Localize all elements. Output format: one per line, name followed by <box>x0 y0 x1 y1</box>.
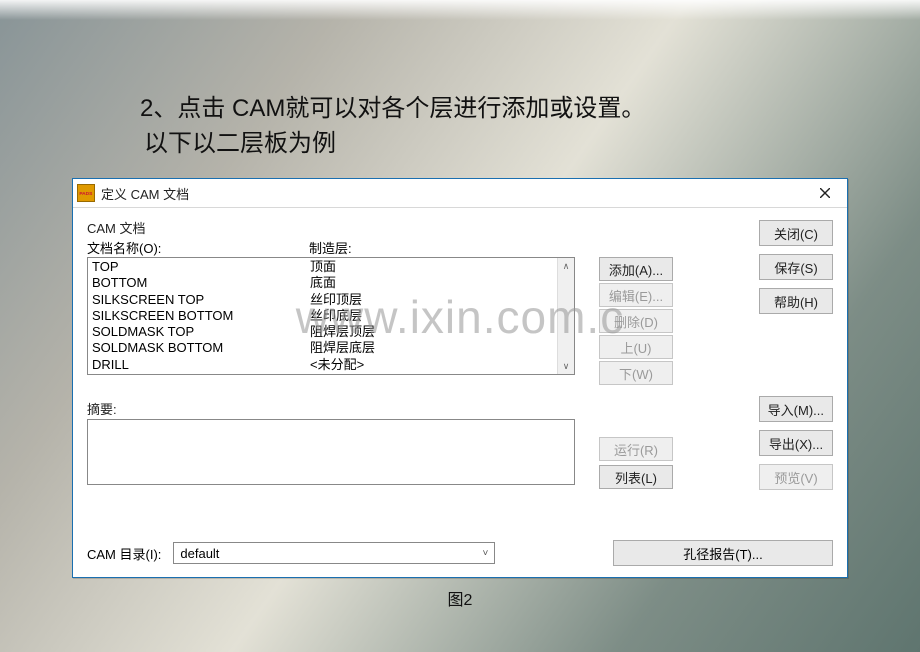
doc-name: SOLDMASK BOTTOM <box>92 340 310 356</box>
slide-highlight <box>0 0 920 20</box>
list-action-buttons: 添加(A)... 编辑(E)... 删除(D) 上(U) 下(W) <box>599 257 673 385</box>
hole-report-button[interactable]: 孔径报告(T)... <box>613 540 833 566</box>
figure-label: 图2 <box>448 586 473 610</box>
document-listbox[interactable]: TOP顶面 BOTTOM底面 SILKSCREEN TOP丝印顶层 SILKSC… <box>87 257 575 375</box>
dialog-bottom-row: CAM 目录(I): default ˅ 孔径报告(T)... <box>87 540 833 566</box>
list-item[interactable]: DRILL<未分配> <box>92 357 556 373</box>
chevron-down-icon: ˅ <box>483 548 489 559</box>
mfg-layer-label: 制造层: <box>309 238 352 257</box>
doc-name-label: 文档名称(O): <box>87 238 309 257</box>
cam-dir-label: CAM 目录(I): <box>87 544 161 563</box>
instruction-text: 2、点击 CAM就可以对各个层进行添加或设置。 以下以二层板为例 <box>140 92 800 162</box>
doc-name: SILKSCREEN TOP <box>92 292 310 308</box>
help-button[interactable]: 帮助(H) <box>759 288 833 314</box>
doc-name: DRILL <box>92 357 310 373</box>
close-icon <box>820 188 830 198</box>
list-item[interactable]: BOTTOM底面 <box>92 275 556 291</box>
doc-layer: 底面 <box>310 275 336 291</box>
window-close-button[interactable] <box>809 183 841 203</box>
dialog-title: 定义 CAM 文档 <box>101 184 809 203</box>
scroll-down-button[interactable]: ∨ <box>558 358 574 374</box>
doc-name: SOLDMASK TOP <box>92 324 310 340</box>
doc-layer: 阻焊层底层 <box>310 340 375 356</box>
list-item[interactable]: SOLDMASK TOP阻焊层顶层 <box>92 324 556 340</box>
doc-name: BOTTOM <box>92 275 310 291</box>
add-button[interactable]: 添加(A)... <box>599 257 673 281</box>
dialog-titlebar: PADS 定义 CAM 文档 <box>73 179 847 208</box>
cam-dir-value: default <box>180 546 219 561</box>
list-button[interactable]: 列表(L) <box>599 465 673 489</box>
doc-layer: 丝印底层 <box>310 308 362 324</box>
doc-layer: 顶面 <box>310 259 336 275</box>
run-button[interactable]: 运行(R) <box>599 437 673 461</box>
list-item[interactable]: SILKSCREEN BOTTOM丝印底层 <box>92 308 556 324</box>
abstract-side-buttons: 运行(R) 列表(L) <box>599 437 673 489</box>
app-icon: PADS <box>77 184 95 202</box>
import-button[interactable]: 导入(M)... <box>759 396 833 422</box>
abstract-label: 摘要: <box>87 399 673 418</box>
cam-docs-group-label: CAM 文档 <box>87 218 673 237</box>
delete-button[interactable]: 删除(D) <box>599 309 673 333</box>
listbox-scrollbar[interactable]: ∧ ∨ <box>557 258 574 374</box>
cam-define-dialog: PADS 定义 CAM 文档 CAM 文档 文档名称(O): 制造层: <box>72 178 848 578</box>
dialog-right-column: 关闭(C) 保存(S) 帮助(H) 导入(M)... 导出(X)... 预览(V… <box>673 218 833 490</box>
instruction-line-2: 以下以二层板为例 <box>140 127 800 162</box>
doc-name: TOP <box>92 259 310 275</box>
doc-layer: <未分配> <box>310 357 364 373</box>
doc-layer: 丝印顶层 <box>310 292 362 308</box>
dialog-left-column: CAM 文档 文档名称(O): 制造层: TOP顶面 BOTTOM底面 SILK… <box>87 218 673 490</box>
doc-layer: 阻焊层顶层 <box>310 324 375 340</box>
instruction-line-1: 2、点击 CAM就可以对各个层进行添加或设置。 <box>140 92 800 127</box>
cam-dir-select[interactable]: default ˅ <box>173 542 495 564</box>
list-item[interactable]: SILKSCREEN TOP丝印顶层 <box>92 292 556 308</box>
dialog-body: CAM 文档 文档名称(O): 制造层: TOP顶面 BOTTOM底面 SILK… <box>73 208 847 578</box>
move-down-button[interactable]: 下(W) <box>599 361 673 385</box>
preview-button[interactable]: 预览(V) <box>759 464 833 490</box>
close-button[interactable]: 关闭(C) <box>759 220 833 246</box>
slide: 2、点击 CAM就可以对各个层进行添加或设置。 以下以二层板为例 www.ixi… <box>0 0 920 652</box>
doc-name: SILKSCREEN BOTTOM <box>92 308 310 324</box>
export-button[interactable]: 导出(X)... <box>759 430 833 456</box>
list-item[interactable]: TOP顶面 <box>92 259 556 275</box>
move-up-button[interactable]: 上(U) <box>599 335 673 359</box>
list-item[interactable]: SOLDMASK BOTTOM阻焊层底层 <box>92 340 556 356</box>
abstract-textarea[interactable] <box>87 419 575 485</box>
edit-button[interactable]: 编辑(E)... <box>599 283 673 307</box>
scroll-up-button[interactable]: ∧ <box>558 258 574 274</box>
save-button[interactable]: 保存(S) <box>759 254 833 280</box>
